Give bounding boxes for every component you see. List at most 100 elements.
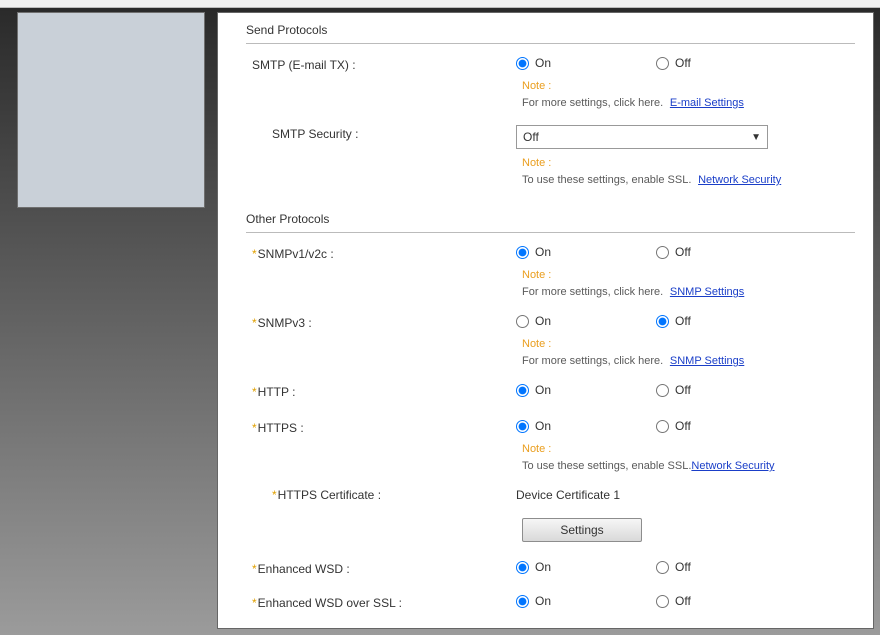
link-email-settings[interactable]: E-mail Settings: [670, 97, 744, 109]
snmpv3-on-option[interactable]: On: [516, 314, 656, 328]
link-network-security[interactable]: Network Security: [691, 460, 774, 472]
row-https: * HTTPS : On Off: [246, 419, 855, 435]
required-star: *: [252, 385, 257, 399]
label-ewsd-text: Enhanced WSD :: [258, 562, 350, 576]
required-star: *: [272, 488, 277, 502]
https-cert-settings-button[interactable]: Settings: [522, 518, 642, 542]
http-on-text: On: [535, 383, 551, 397]
label-snmpv3: * SNMPv3 :: [246, 314, 516, 330]
smtp-off-text: Off: [675, 56, 691, 70]
label-snmpv1-text: SNMPv1/v2c :: [258, 247, 334, 261]
ewsd-off-option[interactable]: Off: [656, 560, 796, 574]
http-off-option[interactable]: Off: [656, 383, 796, 397]
snmpv1-on-text: On: [535, 245, 551, 259]
label-https: * HTTPS :: [246, 419, 516, 435]
snmpv1-off-option[interactable]: Off: [656, 245, 796, 259]
row-smtp-security: SMTP Security : Off ▼: [246, 125, 855, 149]
note-title: Note :: [522, 155, 855, 171]
link-network-security[interactable]: Network Security: [698, 174, 781, 186]
snmpv1-off-radio[interactable]: [656, 246, 669, 259]
snmpv3-on-text: On: [535, 314, 551, 328]
row-snmpv3: * SNMPv3 : On Off: [246, 314, 855, 330]
note-title: Note :: [522, 441, 855, 457]
ewsd-off-radio[interactable]: [656, 561, 669, 574]
sidebar-preview-box: [17, 12, 205, 208]
label-smtp: SMTP (E-mail TX) :: [246, 56, 516, 72]
required-star: *: [252, 562, 257, 576]
label-ewsd-ssl: * Enhanced WSD over SSL :: [246, 594, 516, 610]
row-snmpv1: * SNMPv1/v2c : On Off: [246, 245, 855, 261]
ewsd-ssl-off-radio[interactable]: [656, 595, 669, 608]
row-http: * HTTP : On Off: [246, 383, 855, 399]
smtp-off-radio[interactable]: [656, 57, 669, 70]
label-https-cert-text: HTTPS Certificate :: [278, 488, 381, 502]
snmpv1-on-radio[interactable]: [516, 246, 529, 259]
link-snmp-settings[interactable]: SNMP Settings: [670, 355, 744, 367]
ewsd-off-text: Off: [675, 560, 691, 574]
note-enable-ssl: To use these settings, enable SSL.: [522, 460, 691, 472]
http-on-radio[interactable]: [516, 384, 529, 397]
snmpv3-on-radio[interactable]: [516, 315, 529, 328]
note-smtp: Note : For more settings, click here. E-…: [246, 78, 855, 111]
chevron-down-icon: ▼: [751, 132, 761, 143]
ewsd-on-radio[interactable]: [516, 561, 529, 574]
row-https-cert: * HTTPS Certificate : Device Certificate…: [246, 488, 855, 502]
smtp-on-option[interactable]: On: [516, 56, 656, 70]
note-enable-ssl: To use these settings, enable SSL.: [522, 174, 691, 186]
snmpv1-on-option[interactable]: On: [516, 245, 656, 259]
app-window: Send Protocols SMTP (E-mail TX) : On Off: [0, 0, 880, 635]
content-scroll[interactable]: Send Protocols SMTP (E-mail TX) : On Off: [218, 13, 873, 628]
note-smtp-security: Note : To use these settings, enable SSL…: [246, 155, 855, 188]
snmpv3-off-text: Off: [675, 314, 691, 328]
row-ewsd-ssl: * Enhanced WSD over SSL : On Off: [246, 594, 855, 610]
ewsd-ssl-on-text: On: [535, 594, 551, 608]
smtp-off-option[interactable]: Off: [656, 56, 796, 70]
content-frame: Send Protocols SMTP (E-mail TX) : On Off: [217, 12, 874, 629]
link-snmp-settings[interactable]: SNMP Settings: [670, 286, 744, 298]
note-https: Note : To use these settings, enable SSL…: [246, 441, 855, 474]
http-off-text: Off: [675, 383, 691, 397]
https-on-option[interactable]: On: [516, 419, 656, 433]
ewsd-on-text: On: [535, 560, 551, 574]
required-star: *: [252, 421, 257, 435]
ewsd-on-option[interactable]: On: [516, 560, 656, 574]
label-http: * HTTP :: [246, 383, 516, 399]
https-on-text: On: [535, 419, 551, 433]
window-toolbar: [0, 0, 880, 8]
note-title: Note :: [522, 267, 855, 283]
note-snmpv1: Note : For more settings, click here. SN…: [246, 267, 855, 300]
label-http-text: HTTP :: [258, 385, 296, 399]
https-off-radio[interactable]: [656, 420, 669, 433]
note-more-settings: For more settings, click here.: [522, 355, 663, 367]
ewsd-ssl-on-option[interactable]: On: [516, 594, 656, 608]
snmpv1-off-text: Off: [675, 245, 691, 259]
label-snmpv3-text: SNMPv3 :: [258, 316, 312, 330]
required-star: *: [252, 247, 257, 261]
required-star: *: [252, 596, 257, 610]
https-on-radio[interactable]: [516, 420, 529, 433]
label-ewsd: * Enhanced WSD :: [246, 560, 516, 576]
required-star: *: [252, 316, 257, 330]
https-off-option[interactable]: Off: [656, 419, 796, 433]
note-title: Note :: [522, 336, 855, 352]
label-ewsd-ssl-text: Enhanced WSD over SSL :: [258, 596, 402, 610]
note-more-settings: For more settings, click here.: [522, 286, 663, 298]
ewsd-ssl-on-radio[interactable]: [516, 595, 529, 608]
label-https-cert: * HTTPS Certificate :: [246, 488, 516, 502]
label-smtp-security-text: SMTP Security :: [272, 127, 358, 141]
smtp-on-text: On: [535, 56, 551, 70]
ewsd-ssl-off-option[interactable]: Off: [656, 594, 796, 608]
http-off-radio[interactable]: [656, 384, 669, 397]
snmpv3-off-option[interactable]: Off: [656, 314, 796, 328]
sidebar-column: [6, 8, 216, 629]
smtp-security-select[interactable]: Off ▼: [516, 125, 768, 149]
row-ewsd: * Enhanced WSD : On Off: [246, 560, 855, 576]
work-area: Send Protocols SMTP (E-mail TX) : On Off: [0, 8, 880, 635]
section-header-send: Send Protocols: [246, 13, 855, 44]
http-on-option[interactable]: On: [516, 383, 656, 397]
note-more-settings: For more settings, click here.: [522, 97, 663, 109]
smtp-on-radio[interactable]: [516, 57, 529, 70]
ewsd-ssl-off-text: Off: [675, 594, 691, 608]
snmpv3-off-radio[interactable]: [656, 315, 669, 328]
label-snmpv1: * SNMPv1/v2c :: [246, 245, 516, 261]
